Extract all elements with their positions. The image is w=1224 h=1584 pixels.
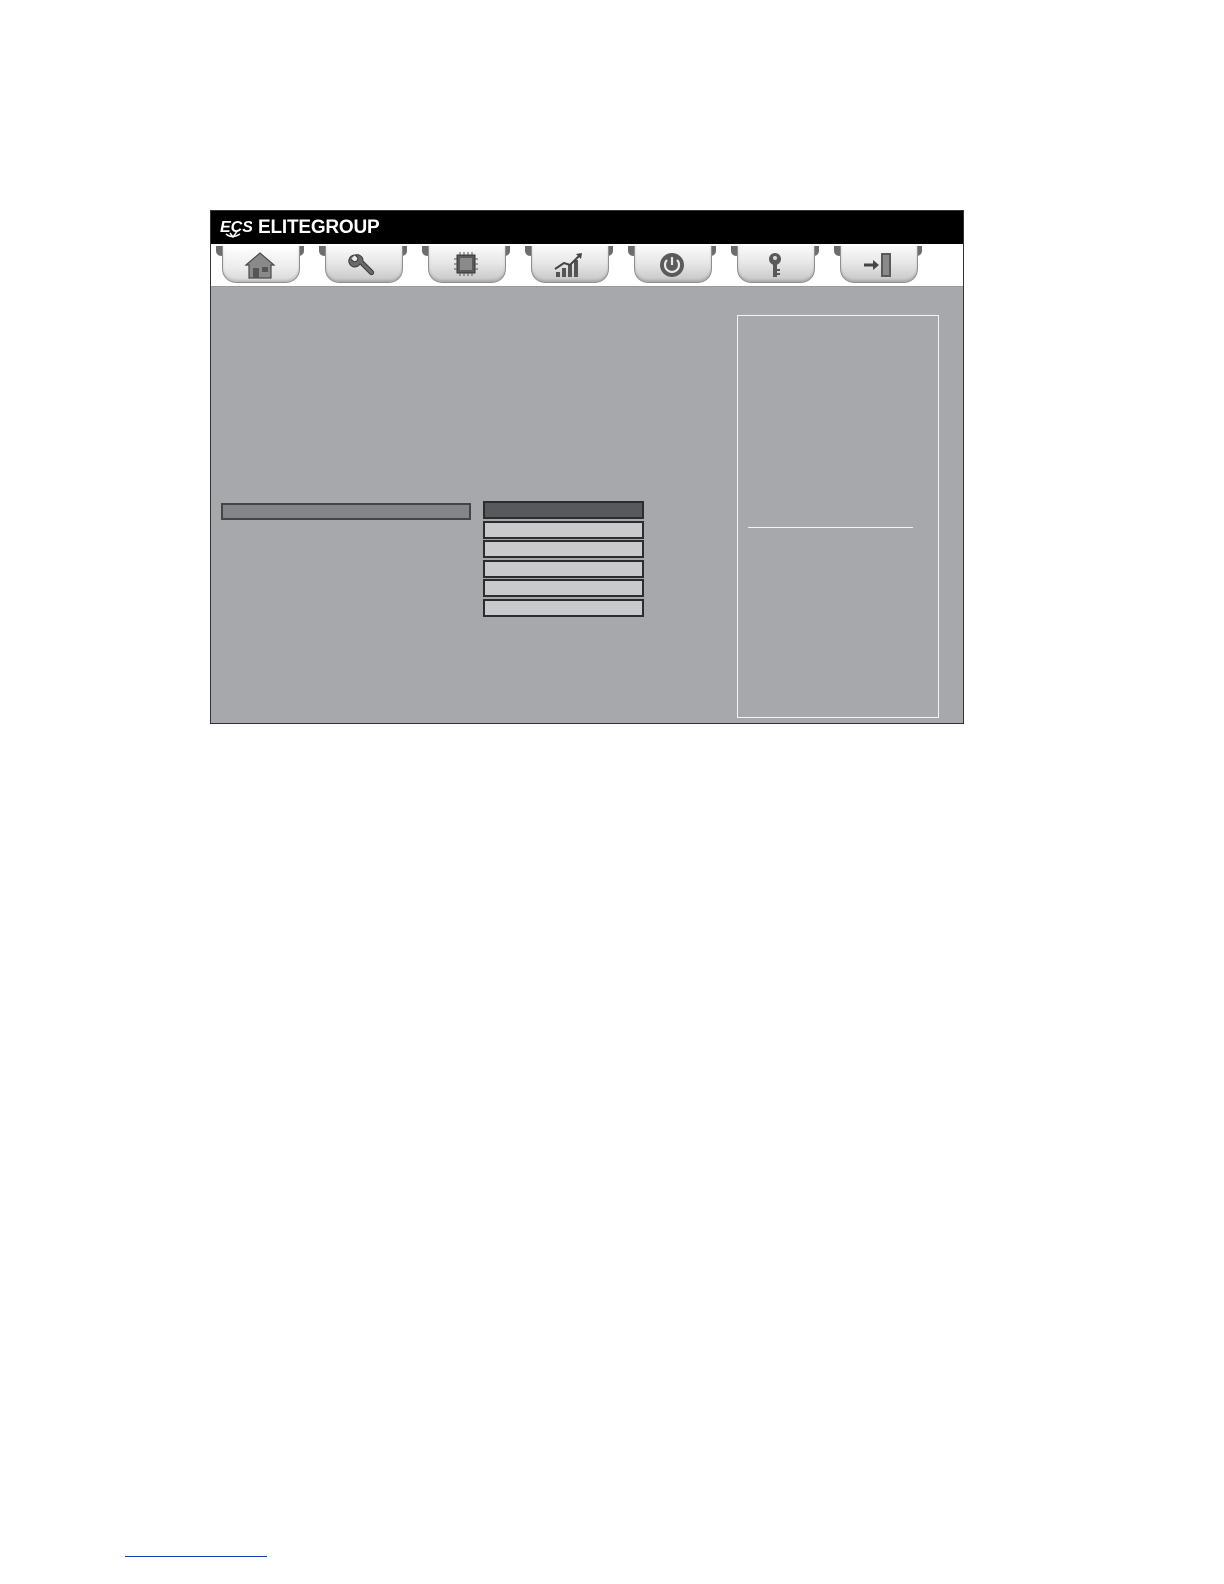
tab-advanced[interactable] bbox=[319, 246, 407, 284]
tab-chipset[interactable] bbox=[422, 246, 510, 284]
popup-option[interactable] bbox=[483, 559, 644, 578]
help-panel bbox=[737, 315, 939, 718]
tab-exit[interactable] bbox=[834, 246, 922, 284]
ecs-logo: ECS bbox=[220, 217, 252, 239]
tab-mib[interactable] bbox=[525, 246, 613, 284]
popup-option[interactable] bbox=[483, 579, 644, 597]
home-icon bbox=[244, 252, 276, 279]
main-pane bbox=[211, 287, 963, 724]
selected-setting-row[interactable] bbox=[221, 503, 471, 520]
popup-option[interactable] bbox=[483, 501, 644, 519]
footnote-separator bbox=[125, 1556, 267, 1557]
tab-main[interactable] bbox=[216, 246, 304, 284]
chart-up-icon bbox=[554, 253, 582, 277]
tab-boot[interactable] bbox=[628, 246, 716, 284]
options-popup bbox=[483, 501, 644, 618]
wrench-icon bbox=[348, 254, 375, 276]
tab-security[interactable] bbox=[731, 246, 819, 284]
popup-option[interactable] bbox=[483, 540, 644, 558]
key-icon bbox=[769, 253, 781, 277]
brand-name: ELITEGROUP bbox=[258, 216, 380, 238]
power-icon bbox=[660, 253, 684, 277]
exit-door-icon bbox=[864, 253, 891, 277]
help-divider bbox=[748, 527, 913, 528]
tab-bar bbox=[211, 244, 963, 287]
popup-option[interactable] bbox=[483, 520, 644, 539]
popup-option[interactable] bbox=[483, 598, 644, 617]
title-bar: ECS ELITEGROUP bbox=[211, 211, 963, 244]
chip-icon bbox=[454, 252, 478, 276]
bios-setup-window: ECS ELITEGROUP bbox=[210, 210, 964, 724]
